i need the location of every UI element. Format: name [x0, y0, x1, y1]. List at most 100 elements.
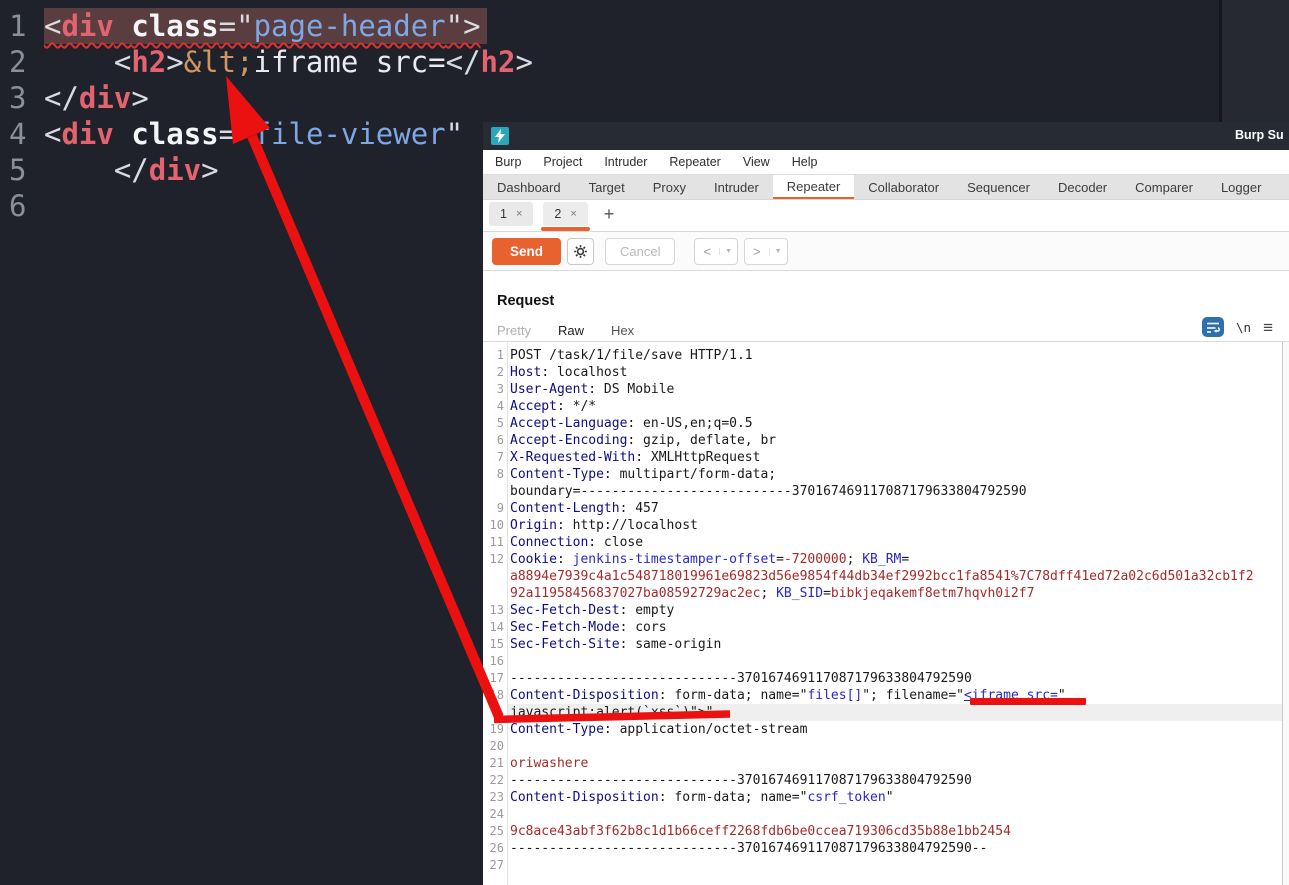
back-chevron-icon: <	[703, 243, 712, 259]
request-line-text: User-Agent: DS Mobile	[510, 381, 674, 398]
settings-gear-button[interactable]	[567, 237, 595, 265]
request-line-number: 27	[489, 858, 504, 872]
request-token: : form-data; name="	[658, 688, 808, 703]
request-line-text: Content-Type: multipart/form-data;	[510, 466, 776, 483]
tab-dashboard[interactable]: Dashboard	[483, 175, 575, 199]
request-line: 1 POST /task/1/file/save HTTP/1.1	[483, 347, 1282, 364]
repeater-tab-label: 2	[554, 207, 562, 221]
tab-decoder[interactable]: Decoder	[1044, 175, 1121, 199]
request-line-number: 1	[496, 348, 504, 362]
request-raw-view[interactable]: 1 POST /task/1/file/save HTTP/1.1 2 Host: l…	[483, 342, 1282, 885]
code-token: >	[166, 45, 184, 79]
request-token: ;	[846, 552, 863, 567]
menu-item-help[interactable]: Help	[781, 155, 829, 169]
request-line: 13 Sec-Fetch-Dest: empty	[483, 602, 1282, 619]
view-tab-hex[interactable]: Hex	[611, 323, 634, 338]
request-token: X-Requested-With	[510, 450, 636, 465]
request-line: 11 Connection: close	[483, 534, 1282, 551]
request-line: 22 -----------------------------370167469…	[483, 772, 1282, 789]
request-line-text: 9c8ace43abf3f62b8c1d1b66ceff2268fdb6be0c…	[510, 823, 1011, 840]
request-token: : http://localhost	[556, 518, 698, 533]
tab-proxy[interactable]: Proxy	[639, 175, 700, 199]
tab-repeater[interactable]: Repeater	[772, 175, 855, 199]
code-token: </	[44, 153, 149, 187]
request-line-number: 19	[489, 722, 504, 736]
code-text: </div>	[44, 80, 149, 116]
word-wrap-icon[interactable]	[1202, 317, 1225, 337]
request-view-icons: \n ≡	[1202, 316, 1273, 338]
gear-icon	[574, 244, 587, 258]
request-token: -----------------------------37016746911…	[510, 671, 972, 686]
request-token: :	[556, 552, 573, 567]
history-forward-button[interactable]: > ▼	[744, 237, 788, 265]
request-line: 24	[483, 806, 1282, 823]
tab-sequencer[interactable]: Sequencer	[953, 175, 1044, 199]
request-line: javascript:alert(`xss`)">"	[483, 704, 1282, 721]
request-token: "	[885, 790, 894, 805]
send-button[interactable]: Send	[492, 237, 562, 265]
request-line: 12 Cookie: jenkins-timestamper-offset=-72…	[483, 551, 1282, 568]
code-token: >	[131, 81, 149, 115]
request-line-number: 14	[489, 620, 504, 634]
tab-logger[interactable]: Logger	[1207, 175, 1275, 199]
forward-dropdown-icon[interactable]: ▼	[768, 247, 787, 255]
code-line: 3 </div>	[0, 80, 1219, 116]
view-tab-raw[interactable]: Raw	[552, 323, 590, 345]
repeater-tab-2[interactable]: 2 ×	[541, 202, 591, 231]
code-token: page-header	[253, 9, 446, 43]
request-line-text: Cookie: jenkins-timestamper-offset=-7200…	[510, 551, 909, 568]
back-dropdown-icon[interactable]: ▼	[719, 247, 737, 255]
tab-intruder[interactable]: Intruder	[700, 175, 773, 199]
request-token: -----------------------------37016746911…	[510, 841, 988, 856]
repeater-tab-1[interactable]: 1 ×	[489, 202, 534, 226]
request-token: <iframe src=	[963, 688, 1058, 703]
request-line: 4 Accept: */*	[483, 398, 1282, 415]
request-line: boundary=---------------------------3701…	[483, 483, 1282, 500]
request-line-number: 22	[489, 773, 504, 787]
request-line-number: 20	[489, 739, 504, 753]
view-tab-pretty[interactable]: Pretty	[497, 323, 531, 338]
code-text: <h2>&lt;iframe src=</h2>	[44, 44, 533, 80]
tab-collaborator[interactable]: Collaborator	[854, 175, 953, 199]
request-line-text: Accept-Language: en-US,en;q=0.5	[510, 415, 753, 432]
menu-item-intruder[interactable]: Intruder	[593, 155, 658, 169]
request-token: : 457	[619, 501, 659, 516]
code-token: div	[61, 117, 114, 151]
request-token: : en-US,en;q=0.5	[627, 416, 753, 431]
request-token: Content-Disposition	[510, 688, 659, 703]
new-repeater-tab-button[interactable]: +	[598, 204, 621, 225]
burp-titlebar[interactable]: Burp Su	[483, 122, 1289, 150]
request-line-text: Accept: */*	[510, 398, 596, 415]
request-scrollbar[interactable]	[1282, 342, 1289, 885]
tab-target[interactable]: Target	[575, 175, 639, 199]
burp-menubar: Burp Project Intruder Repeater View Help	[483, 150, 1289, 175]
show-newlines-icon[interactable]: \n	[1236, 320, 1251, 335]
code-token: div	[61, 9, 114, 43]
request-token: : empty	[619, 603, 675, 618]
close-icon[interactable]: ×	[516, 208, 522, 220]
cancel-button[interactable]: Cancel	[605, 237, 676, 265]
close-icon[interactable]: ×	[570, 208, 576, 220]
request-line-text: Content-Type: application/octet-stream	[510, 721, 807, 738]
tab-comparer[interactable]: Comparer	[1121, 175, 1207, 199]
code-token: file-viewer	[253, 117, 446, 151]
menu-item-burp[interactable]: Burp	[484, 155, 532, 169]
request-line-text: Accept-Encoding: gzip, deflate, br	[510, 432, 776, 449]
menu-item-view[interactable]: View	[732, 155, 781, 169]
code-token: <	[44, 9, 62, 43]
request-line: 23 Content-Disposition: form-data; name="…	[483, 789, 1282, 806]
request-line-number: 23	[489, 790, 504, 804]
code-token: </	[44, 81, 79, 115]
code-token: >	[201, 153, 219, 187]
request-token: a8894e7939c4a1c548718019961e69823d56e985…	[510, 569, 1254, 584]
request-line: 6 Accept-Encoding: gzip, deflate, br	[483, 432, 1282, 449]
menu-item-project[interactable]: Project	[532, 155, 593, 169]
code-token: class	[131, 117, 219, 151]
request-token: javascript:alert(`xss`)">"	[510, 705, 714, 720]
request-line-text: boundary=---------------------------3701…	[510, 483, 1027, 500]
menu-item-repeater[interactable]: Repeater	[658, 155, 731, 169]
hamburger-menu-icon[interactable]: ≡	[1263, 319, 1273, 336]
history-back-button[interactable]: < ▼	[694, 237, 739, 265]
code-token: iframe src=	[253, 45, 446, 79]
request-line-text: Sec-Fetch-Site: same-origin	[510, 636, 721, 653]
